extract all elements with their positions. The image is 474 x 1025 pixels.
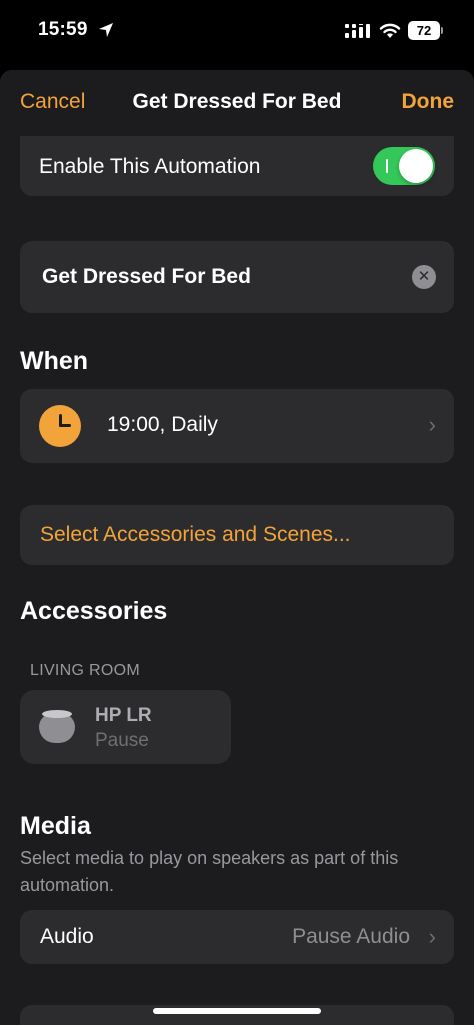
- when-section-title: When: [20, 347, 89, 375]
- clock-minute-hand: [59, 424, 71, 427]
- chevron-right-icon: ›: [428, 412, 436, 437]
- accessory-status: Pause: [95, 730, 149, 751]
- when-row[interactable]: 19:00, Daily ›: [20, 389, 454, 463]
- accessory-name: HP LR: [95, 705, 152, 726]
- audio-row[interactable]: Audio Pause Audio ›: [20, 910, 454, 964]
- status-bar: 15:59 72: [0, 0, 474, 64]
- select-accessories-label: Select Accessories and Scenes...: [40, 523, 351, 546]
- toggle-on-mark: [386, 159, 388, 173]
- automation-sheet: Cancel Get Dressed For Bed Done Enable T…: [0, 70, 474, 1025]
- cancel-button[interactable]: Cancel: [20, 90, 85, 114]
- select-accessories-button[interactable]: Select Accessories and Scenes...: [20, 505, 454, 565]
- audio-value: Pause Audio: [292, 925, 410, 948]
- home-indicator[interactable]: [153, 1008, 321, 1014]
- media-section-title: Media: [20, 812, 91, 840]
- battery-icon: 72: [408, 21, 440, 40]
- clear-icon[interactable]: ✕: [412, 265, 436, 289]
- status-time: 15:59: [38, 19, 88, 40]
- accessory-tile[interactable]: HP LR Pause: [20, 690, 231, 764]
- enable-automation-toggle[interactable]: [373, 147, 435, 185]
- enable-automation-label: Enable This Automation: [39, 155, 261, 178]
- cellular-signal-icon: [345, 24, 370, 38]
- media-description: Select media to play on speakers as part…: [20, 848, 399, 895]
- location-arrow-icon: [99, 23, 113, 37]
- nav-bar: Cancel Get Dressed For Bed Done: [0, 70, 474, 136]
- enable-automation-row: Enable This Automation: [20, 136, 454, 196]
- battery-tip: [441, 27, 443, 34]
- audio-label: Audio: [40, 925, 94, 948]
- automation-name-value[interactable]: Get Dressed For Bed: [42, 265, 251, 289]
- homepod-mini-icon: [39, 708, 75, 744]
- chevron-right-icon: ›: [428, 924, 436, 949]
- room-label: LIVING ROOM: [30, 662, 140, 679]
- when-value: 19:00, Daily: [107, 413, 218, 436]
- automation-name-field[interactable]: Get Dressed For Bed ✕: [20, 241, 454, 313]
- done-button[interactable]: Done: [402, 90, 455, 114]
- clock-icon: [39, 405, 81, 447]
- accessories-section-title: Accessories: [20, 597, 168, 625]
- toggle-knob: [399, 149, 433, 183]
- wifi-icon: [379, 23, 401, 38]
- homepod-top: [42, 710, 72, 718]
